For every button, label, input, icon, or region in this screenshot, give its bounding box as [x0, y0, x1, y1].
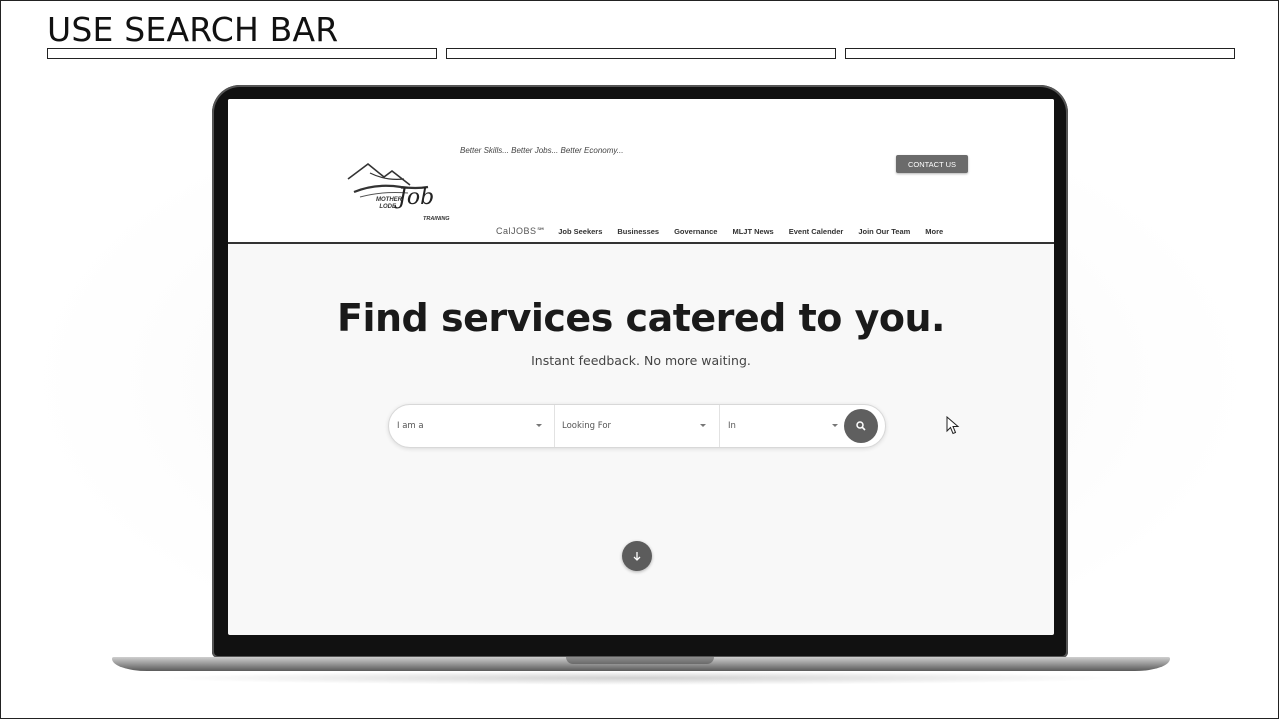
- search-divider: [719, 405, 720, 447]
- nav-item-caljobs[interactable]: CalJOBS℠: [496, 226, 546, 237]
- i-am-a-select[interactable]: I am a: [397, 405, 557, 447]
- contact-us-button[interactable]: CONTACT US: [896, 155, 968, 173]
- main-nav: CalJOBS℠ Job Seekers Businesses Governan…: [496, 226, 958, 237]
- title-underline-bar: [845, 48, 1235, 59]
- site-tagline: Better Skills... Better Jobs... Better E…: [460, 146, 624, 155]
- search-icon: [856, 421, 866, 431]
- hero-title: Find services catered to you.: [337, 296, 945, 340]
- looking-for-label: Looking For: [562, 421, 612, 431]
- scroll-down-button[interactable]: [622, 541, 652, 571]
- location-select[interactable]: In: [728, 405, 838, 447]
- logo-training-text: TRAINING: [423, 216, 450, 222]
- i-am-a-label: I am a: [397, 421, 424, 431]
- chevron-down-icon[interactable]: [832, 424, 838, 427]
- nav-item-businesses[interactable]: Businesses: [617, 227, 659, 236]
- nav-item-event-calender[interactable]: Event Calender: [789, 227, 844, 236]
- nav-item-join-our-team[interactable]: Join Our Team: [858, 227, 910, 236]
- search-divider: [554, 405, 555, 447]
- search-button[interactable]: [844, 409, 878, 443]
- chevron-down-icon[interactable]: [536, 424, 542, 427]
- mouse-pointer-icon: [946, 416, 960, 435]
- nav-item-more[interactable]: More: [925, 227, 943, 236]
- site-header: Better Skills... Better Jobs... Better E…: [228, 99, 1054, 243]
- looking-for-select[interactable]: Looking For: [562, 405, 722, 447]
- location-label: In: [728, 421, 736, 431]
- logo-job-text: Job: [398, 185, 435, 210]
- hero-subtitle: Instant feedback. No more waiting.: [531, 353, 751, 368]
- nav-item-governance[interactable]: Governance: [674, 227, 717, 236]
- arrow-down-icon: [633, 552, 641, 561]
- nav-item-mljt-news[interactable]: MLJT News: [732, 227, 773, 236]
- header-divider: [228, 242, 1054, 244]
- laptop-screen: Better Skills... Better Jobs... Better E…: [228, 99, 1054, 635]
- laptop-shadow: [150, 671, 1130, 685]
- title-underline-bar: [47, 48, 437, 59]
- search-bar: I am a Looking For In: [388, 404, 886, 448]
- slide-title: USE SEARCH BAR: [47, 10, 339, 49]
- title-underline-bar: [446, 48, 836, 59]
- chevron-down-icon[interactable]: [700, 424, 706, 427]
- nav-item-job-seekers[interactable]: Job Seekers: [558, 227, 602, 236]
- laptop-notch: [566, 657, 714, 664]
